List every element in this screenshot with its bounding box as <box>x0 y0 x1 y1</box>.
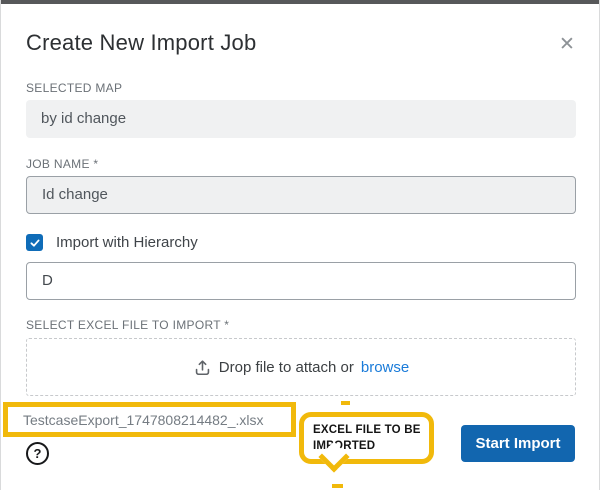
help-icon[interactable]: ? <box>26 442 49 465</box>
hierarchy-checkbox-row: Import with Hierarchy <box>26 234 198 251</box>
create-import-job-dialog: Create New Import Job ✕ SELECTED MAP by … <box>0 0 600 490</box>
browse-link[interactable]: browse <box>361 359 409 376</box>
attached-filename: TestcaseExport_1747808214482_.xlsx <box>8 412 264 428</box>
upload-icon <box>193 358 212 377</box>
checkmark-icon <box>29 237 41 249</box>
dialog-title: Create New Import Job <box>26 30 256 56</box>
annotation-handle-bottom <box>332 484 343 488</box>
job-name-label: JOB NAME * <box>26 157 98 171</box>
hierarchy-checkbox[interactable] <box>26 234 43 251</box>
window-top-edge <box>1 0 600 4</box>
callout-text-line1: EXCEL FILE TO BE <box>313 422 421 438</box>
filename-highlight-annotation: TestcaseExport_1747808214482_.xlsx <box>3 402 296 437</box>
file-dropzone[interactable]: Drop file to attach or browse <box>26 338 576 396</box>
hierarchy-checkbox-label: Import with Hierarchy <box>56 234 198 251</box>
job-name-input[interactable]: Id change <box>26 176 576 214</box>
annotation-handle-top <box>341 401 350 405</box>
start-import-button[interactable]: Start Import <box>461 425 575 462</box>
close-icon[interactable]: ✕ <box>553 30 581 58</box>
selected-map-field: by id change <box>26 100 576 138</box>
excel-file-label: SELECT EXCEL FILE TO IMPORT * <box>26 318 229 332</box>
dropzone-text: Drop file to attach or <box>219 359 354 376</box>
selected-map-label: SELECTED MAP <box>26 81 122 95</box>
hierarchy-value-input[interactable]: D <box>26 262 576 300</box>
